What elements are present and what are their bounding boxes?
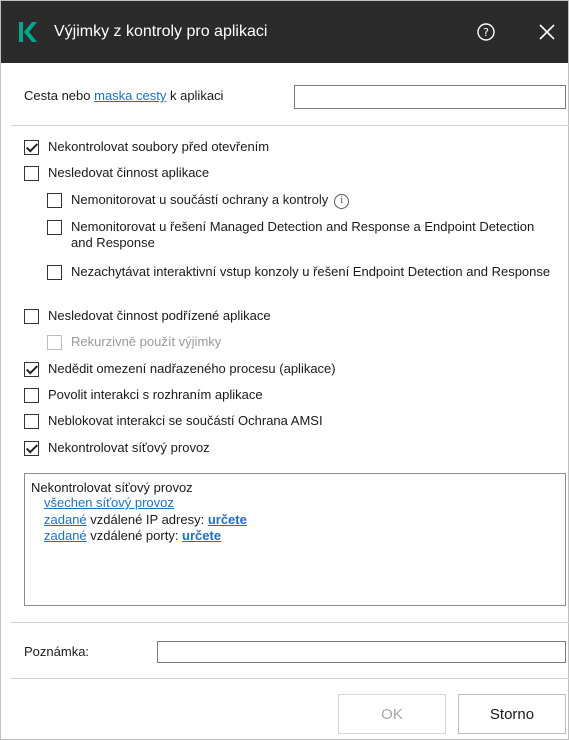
option-recursive-disabled: Rekurzivně použít výjimky — [47, 334, 221, 350]
checkbox[interactable] — [24, 166, 39, 181]
checkbox[interactable] — [24, 388, 39, 403]
option-label: Nekontrolovat síťový provoz — [48, 440, 210, 455]
checkbox[interactable] — [24, 140, 39, 155]
checkbox[interactable] — [24, 309, 39, 324]
checkbox[interactable] — [24, 414, 39, 429]
option-label-text: Nemonitorovat u součástí ochrany a kontr… — [71, 192, 329, 207]
ok-button[interactable]: OK — [338, 694, 446, 734]
close-icon[interactable] — [536, 21, 558, 43]
remote-ports-text: vzdálené porty: — [86, 528, 183, 543]
kaspersky-logo-icon — [19, 22, 37, 42]
all-traffic-link[interactable]: všechen síťový provoz — [44, 495, 174, 510]
path-input[interactable] — [294, 85, 566, 109]
option-no-block-amsi[interactable]: Neblokovat interakci se součástí Ochrana… — [24, 413, 323, 429]
remote-ip-row: zadané vzdálené IP adresy: určete — [44, 512, 247, 528]
divider — [11, 678, 569, 679]
network-rule-box: Nekontrolovat síťový provoz všechen síťo… — [24, 473, 566, 606]
remote-ports-row: zadané vzdálené porty: určete — [44, 528, 221, 544]
remote-ports-scope-link[interactable]: zadané — [44, 528, 87, 543]
remote-ip-scope-link[interactable]: zadané — [44, 512, 87, 527]
checkbox[interactable] — [47, 193, 62, 208]
checkbox[interactable] — [47, 220, 62, 235]
title-bar: Výjimky z kontroly pro aplikaci ? — [1, 1, 568, 63]
option-no-monitor-app[interactable]: Nesledovat činnost aplikace — [24, 165, 209, 181]
checkbox — [47, 335, 62, 350]
checkbox[interactable] — [47, 265, 62, 280]
option-label: Neblokovat interakci se součástí Ochrana… — [48, 413, 323, 428]
checkbox[interactable] — [24, 441, 39, 456]
remote-ip-specify-link[interactable]: určete — [208, 512, 247, 527]
option-allow-ui-interaction[interactable]: Povolit interakci s rozhraním aplikace — [24, 387, 263, 403]
option-label: Rekurzivně použít výjimky — [71, 334, 222, 349]
option-no-monitor-protection[interactable]: Nemonitorovat u součástí ochrany a kontr… — [47, 192, 350, 209]
option-no-scan-network[interactable]: Nekontrolovat síťový provoz — [24, 440, 210, 456]
help-icon[interactable]: ? — [475, 21, 497, 43]
all-traffic-row: všechen síťový provoz — [44, 495, 174, 511]
option-no-inherit-parent[interactable]: Nedědit omezení nadřazeného procesu (apl… — [24, 361, 336, 377]
note-input[interactable] — [157, 641, 566, 663]
option-scan-before-open[interactable]: Nekontrolovat soubory před otevřením — [24, 139, 269, 155]
path-label-suffix: k aplikaci — [166, 88, 224, 103]
remote-ip-text: vzdálené IP adresy: — [86, 512, 208, 527]
option-label: Nesledovat činnost aplikace — [48, 165, 210, 180]
option-no-monitor-mdr-edr[interactable]: Nemonitorovat u řešení Managed Detection… — [47, 219, 557, 251]
option-no-console-input[interactable]: Nezachytávat interaktivní vstup konzoly … — [47, 264, 557, 280]
network-heading: Nekontrolovat síťový provoz — [31, 480, 193, 495]
info-icon[interactable]: i — [334, 194, 350, 209]
divider — [11, 622, 569, 623]
option-label: Povolit interakci s rozhraním aplikace — [48, 387, 263, 402]
note-label: Poznámka: — [24, 644, 90, 659]
path-label: Cesta nebo maska cesty k aplikaci — [24, 88, 223, 103]
path-label-prefix: Cesta nebo — [24, 88, 95, 103]
option-label: Nekontrolovat soubory před otevřením — [48, 139, 270, 154]
option-label: Nezachytávat interaktivní vstup konzoly … — [71, 264, 551, 279]
cancel-button[interactable]: Storno — [458, 694, 566, 734]
svg-text:?: ? — [483, 26, 489, 39]
remote-ports-specify-link[interactable]: určete — [182, 528, 221, 543]
option-label: Nesledovat činnost podřízené aplikace — [48, 308, 271, 323]
divider — [11, 125, 569, 126]
exclusion-dialog: Výjimky z kontroly pro aplikaci ? Cesta … — [0, 0, 569, 740]
checkbox[interactable] — [24, 362, 39, 377]
path-mask-link[interactable]: maska cesty — [94, 88, 166, 103]
window-title: Výjimky z kontroly pro aplikaci — [54, 23, 268, 40]
option-label: Nemonitorovat u součástí ochrany a kontr… — [71, 192, 350, 209]
option-no-monitor-child[interactable]: Nesledovat činnost podřízené aplikace — [24, 308, 271, 324]
option-label: Nedědit omezení nadřazeného procesu (apl… — [48, 361, 336, 376]
option-label: Nemonitorovat u řešení Managed Detection… — [71, 219, 535, 250]
